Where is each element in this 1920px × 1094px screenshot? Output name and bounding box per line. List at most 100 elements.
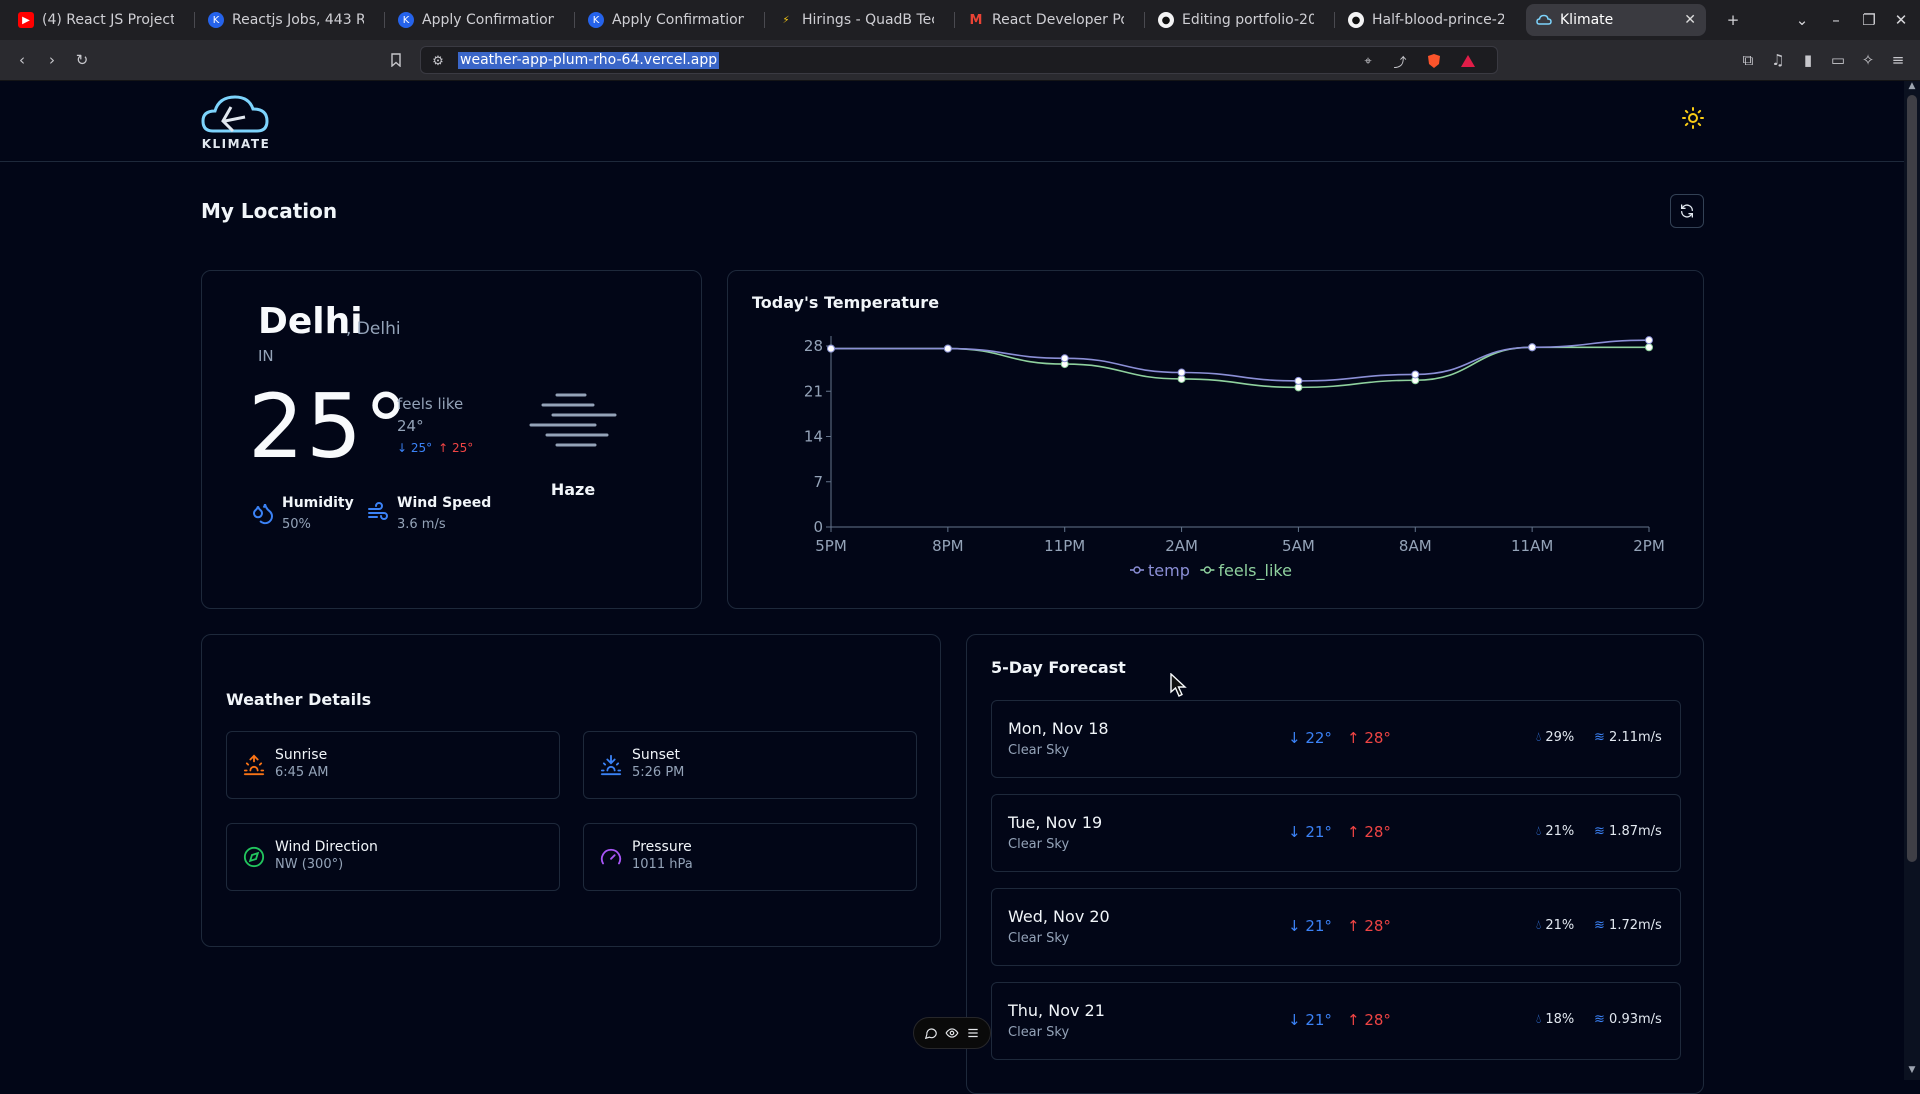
forecast-wind: ≋ 2.11m/s (1594, 730, 1662, 745)
forecast-humidity: 💧︎ 21% (1536, 918, 1575, 933)
tab-gmail[interactable]: M React Developer Positio (958, 4, 1134, 36)
data-point-temp (827, 344, 835, 353)
naukri-icon: K (208, 12, 224, 28)
arrow-up-icon: ↑ (1347, 729, 1365, 747)
scroll-down-icon[interactable]: ▼ (1904, 1065, 1920, 1077)
wallet-icon[interactable]: ▭ (1826, 48, 1850, 72)
media-icon[interactable]: ♫ (1766, 48, 1790, 72)
tab-github-editing[interactable]: ● Editing portfolio-2024/ (1148, 4, 1324, 36)
forecast-title: 5-Day Forecast (991, 658, 1126, 677)
forecast-condition: Clear Sky (1008, 931, 1070, 946)
data-point-feels_like (1294, 383, 1303, 392)
tab-apply-confirmation-1[interactable]: K Apply Confirmation (388, 4, 564, 36)
x-tick-label: 2AM (1165, 537, 1198, 555)
forecast-date: Tue, Nov 19 (1008, 813, 1103, 832)
wind-speed-label: Wind Speed (397, 495, 492, 511)
x-tick-label: 5PM (815, 537, 847, 555)
data-point-temp (943, 344, 952, 353)
legend-marker-temp (1133, 566, 1141, 574)
min-temp: ↓ 25° (397, 441, 433, 455)
menu-icon[interactable]: ≡ (1886, 48, 1910, 72)
region-name: , Delhi (346, 319, 401, 339)
tab-naukri-jobs[interactable]: K Reactjs Jobs, 443 React (198, 4, 374, 36)
scrollbar-thumb[interactable] (1907, 95, 1917, 862)
back-icon[interactable]: ‹ (10, 48, 34, 72)
x-tick-label: 11AM (1511, 537, 1553, 555)
forecast-wind: ≋ 0.93m/s (1594, 1012, 1662, 1027)
minimize-icon[interactable]: – (1824, 8, 1848, 32)
new-tab-icon[interactable]: + (1721, 8, 1745, 32)
page-scrollbar[interactable]: ▲ ▼ (1904, 81, 1920, 1080)
arrow-down-icon: ↓ (1288, 729, 1306, 747)
x-tick-label: 8AM (1399, 537, 1432, 555)
wind-direction-value: NW (300°) (275, 857, 344, 872)
forecast-date: Thu, Nov 21 (1008, 1001, 1105, 1020)
droplets-icon: 💧︎ (1536, 1012, 1542, 1027)
wind-speed-value: 3.6 m/s (397, 517, 446, 532)
restore-icon[interactable]: ❐ (1857, 8, 1881, 32)
tab-quadb[interactable]: ⚡ Hirings - QuadB Tech (768, 4, 944, 36)
tab-klimate[interactable]: Klimate ✕ (1526, 4, 1706, 36)
github-icon: ● (1158, 12, 1174, 28)
tab-apply-confirmation-2[interactable]: K Apply Confirmation (578, 4, 754, 36)
data-point-feels_like (1177, 374, 1186, 383)
pressure-label: Pressure (632, 839, 692, 855)
browser-toolbar: ‹ › ↻ ⚙ weather-app-plum-rho-64.vercel.a… (0, 40, 1920, 81)
feels-like-value: 24° (397, 417, 424, 435)
data-point-temp (1294, 376, 1303, 385)
x-tick-label: 2PM (1633, 537, 1665, 555)
sunrise-icon (243, 754, 265, 776)
tab-youtube[interactable]: ▶ (4) React JS Project Tuto (8, 4, 184, 36)
site-settings-icon[interactable]: ⚙ (427, 50, 449, 72)
close-window-icon[interactable]: ✕ (1889, 8, 1913, 32)
app-header: KLIMATE (0, 81, 1904, 162)
sunset-label: Sunset (632, 747, 681, 763)
data-point-temp (1645, 336, 1653, 345)
forecast-humidity: 💧︎ 29% (1536, 730, 1575, 745)
extensions-icon[interactable]: ⧉ (1736, 48, 1760, 72)
min-max-temp: ↓ 25° ↑ 25° (397, 441, 473, 455)
chat-icon[interactable] (922, 1024, 940, 1042)
address-bar[interactable]: ⚙ weather-app-plum-rho-64.vercel.app ⌖ ⤴ (420, 46, 1498, 74)
series-line-temp (831, 339, 1650, 382)
list-icon[interactable] (964, 1024, 982, 1042)
forecast-max: ↑ 28° (1347, 917, 1391, 935)
wind-direction-label: Wind Direction (275, 839, 378, 855)
arrow-down-icon: ↓ (1288, 823, 1306, 841)
arrow-down-icon: ↓ (1288, 917, 1306, 935)
tab-github-profile[interactable]: ● Half-blood-prince-2710/ (1338, 4, 1514, 36)
brave-shield-icon[interactable] (1423, 50, 1445, 72)
y-tick-label: 14 (804, 428, 823, 446)
bookmark-icon[interactable] (384, 48, 408, 72)
forecast-min: ↓ 22° (1288, 729, 1332, 747)
current-weather-card: Delhi , Delhi IN 25° feels like 24° ↓ 25… (201, 270, 702, 609)
eye-icon[interactable] (943, 1024, 961, 1042)
github-icon: ● (1348, 12, 1364, 28)
forward-icon[interactable]: › (40, 48, 64, 72)
forecast-row: Mon, Nov 18 Clear Sky ↓ 22° ↑ 28° 💧︎ 29%… (991, 700, 1681, 778)
theme-toggle-sun-icon[interactable] (1678, 103, 1708, 133)
scroll-up-icon[interactable]: ▲ (1904, 81, 1920, 93)
series-line-feels_like (831, 346, 1649, 389)
reload-icon[interactable]: ↻ (70, 48, 94, 72)
temperature-chart: 0 7 14 21 28 5PM 8PM 11PM 2AM 5AM 8AM 11AM 2PM temp fe… (804, 336, 1665, 581)
share-icon[interactable]: ⤴ (1389, 50, 1411, 72)
droplets-icon: 💧︎ (1536, 824, 1542, 839)
tab-list-chevron-icon[interactable]: ⌄ (1790, 8, 1814, 32)
leo-ai-icon[interactable]: ✧ (1856, 48, 1880, 72)
data-point-feels_like (1645, 343, 1653, 352)
forecast-wind: ≋ 1.87m/s (1594, 824, 1662, 839)
close-tab-icon[interactable]: ✕ (1684, 12, 1696, 28)
y-tick-label: 21 (804, 382, 823, 400)
location-icon[interactable]: ⌖ (1357, 50, 1379, 72)
forecast-row: Thu, Nov 21 Clear Sky ↓ 21° ↑ 28° 💧︎ 18%… (991, 982, 1681, 1060)
gauge-icon (600, 846, 622, 868)
forecast-condition: Clear Sky (1008, 743, 1070, 758)
legend-marker-feels_like (1203, 566, 1212, 574)
brave-rewards-icon[interactable] (1457, 50, 1479, 72)
data-point-temp (1528, 343, 1537, 352)
sidebar-toggle-icon[interactable]: ▮ (1796, 48, 1820, 72)
refresh-button[interactable] (1670, 194, 1704, 228)
brand-name: KLIMATE (201, 137, 271, 151)
data-point-temp (1411, 370, 1420, 379)
